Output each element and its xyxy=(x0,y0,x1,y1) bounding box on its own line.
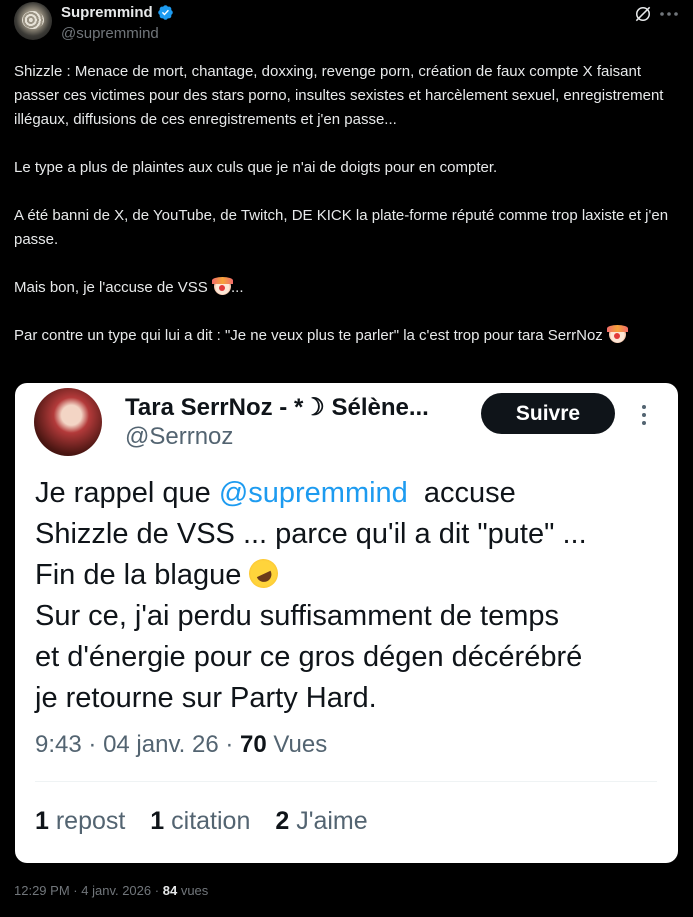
follow-button[interactable]: Suivre xyxy=(481,393,615,434)
post-paragraph: Shizzle : Menace de mort, chantage, doxx… xyxy=(14,63,668,128)
more-icon[interactable] xyxy=(659,8,679,20)
post-time[interactable]: 12:29 PM xyxy=(14,883,70,898)
meta-sep: · xyxy=(73,883,78,898)
author-name-row[interactable]: Supremmind xyxy=(61,4,174,21)
rofl-emoji xyxy=(244,554,284,593)
post-meta: 12:29 PM · 4 janv. 2026 · 84 vues xyxy=(14,883,208,898)
quoted-time[interactable]: 9:43 xyxy=(35,731,82,758)
brain-icon xyxy=(22,11,44,29)
quoted-sep: · xyxy=(225,731,234,758)
reposts-stat[interactable]: 1 repost xyxy=(35,807,125,835)
post-paragraph: Par contre un type qui lui a dit : "Je n… xyxy=(14,327,603,344)
quoted-sep: · xyxy=(88,731,97,758)
meta-sep: · xyxy=(154,883,160,898)
reposts-count: 1 xyxy=(35,807,49,835)
quoted-more-icon[interactable] xyxy=(640,403,648,427)
author-handle[interactable]: @supremmind xyxy=(61,25,159,42)
quoted-date[interactable]: 04 janv. 26 xyxy=(103,731,219,758)
quoted-text: Je rappel que @supremmind accuse Shizzle… xyxy=(35,473,660,719)
avatar[interactable] xyxy=(14,2,52,40)
quoted-avatar[interactable] xyxy=(34,388,102,456)
quoted-author-name[interactable]: Tara SerrNoz - *☽ Sélène... xyxy=(125,393,429,422)
quoted-views-count: 70 xyxy=(240,731,267,758)
quotes-label: citation xyxy=(171,807,251,835)
quotes-count: 1 xyxy=(150,807,165,835)
reposts-label: repost xyxy=(55,807,126,835)
quoted-views-label: Vues xyxy=(273,731,328,758)
quoted-text-part: Je rappel que xyxy=(35,477,219,509)
quotes-stat[interactable]: 1 citation xyxy=(150,807,250,835)
grok-icon[interactable] xyxy=(633,4,653,24)
verified-badge-icon xyxy=(157,5,173,20)
likes-count: 2 xyxy=(275,807,290,835)
author-name[interactable]: Supremmind xyxy=(61,4,153,21)
quoted-author-handle[interactable]: @Serrnoz xyxy=(125,423,233,451)
quoted-stats: 1 repost 1 citation 2 J'aime xyxy=(35,807,386,836)
post-date[interactable]: 4 janv. 2026 xyxy=(81,883,151,898)
quoted-meta: 9:43 · 04 janv. 26 · 70 Vues xyxy=(35,731,327,759)
likes-stat[interactable]: 2 J'aime xyxy=(275,807,367,835)
quoted-post-card[interactable]: Tara SerrNoz - *☽ Sélène... @Serrnoz Sui… xyxy=(15,383,678,863)
quoted-mention-link[interactable]: @supremmind xyxy=(219,477,408,509)
post-text: Shizzle : Menace de mort, chantage, doxx… xyxy=(14,60,674,348)
post-views-count: 84 xyxy=(162,883,178,898)
post-header: Supremmind @supremmind xyxy=(14,0,679,48)
divider xyxy=(35,781,657,782)
quoted-text-part: Sur ce, j'ai perdu suffisamment de temps… xyxy=(35,600,583,714)
clown-emoji xyxy=(211,277,233,295)
post-paragraph: A été banni de X, de YouTube, de Twitch,… xyxy=(14,207,673,248)
clown-emoji xyxy=(606,325,628,343)
likes-label: J'aime xyxy=(296,807,368,835)
post-paragraph: Mais bon, je l'accuse de VSS xyxy=(14,279,208,296)
post-paragraph: Le type a plus de plaintes aux culs que … xyxy=(14,159,498,176)
post-views-label: vues xyxy=(180,883,209,898)
